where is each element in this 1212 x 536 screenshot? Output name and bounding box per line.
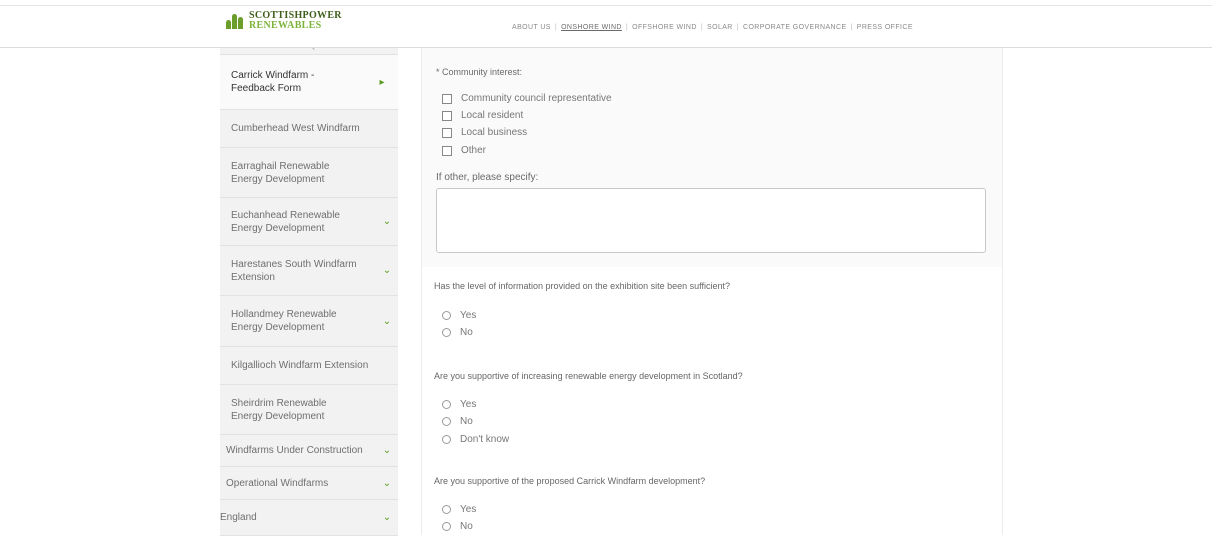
logo-text: SCOTTISHPOWER RENEWABLES	[249, 11, 342, 31]
sidebar-item-harestanes[interactable]: Harestanes South Windfarm Extension ⌄	[220, 246, 398, 296]
sidebar-item-cumberhead[interactable]: Cumberhead West Windfarm	[220, 110, 398, 148]
radio-q2-yes[interactable]: Yes	[442, 399, 476, 410]
checkbox[interactable]	[442, 93, 452, 104]
sidebar-item-england[interactable]: England ⌄	[220, 500, 398, 536]
radio-button[interactable]	[442, 400, 451, 409]
sidebar-item-carrick-feedback[interactable]: Carrick Windfarm - Feedback Form ▸	[220, 55, 398, 110]
feedback-form: * Community interest: Community council …	[421, 47, 1003, 535]
sidebar-item-label: Carrick Windfarm - Feedback Form	[231, 70, 315, 94]
chevron-down-icon[interactable]: ⌄	[380, 477, 394, 490]
radio-label: Yes	[460, 504, 477, 515]
chevron-down-icon[interactable]: ⌄	[380, 264, 394, 277]
sidebar-item-label: Cumberhead West Windfarm	[231, 123, 360, 134]
sidebar-item-hollandmey[interactable]: Hollandmey Renewable Energy Development …	[220, 296, 398, 347]
radio-button[interactable]	[442, 435, 451, 444]
radio-button[interactable]	[442, 505, 451, 514]
radio-label: Yes	[460, 310, 477, 321]
checkbox-local-business[interactable]: Local business	[442, 127, 527, 138]
sidebar-item-under-construction[interactable]: Windfarms Under Construction ⌄	[220, 435, 398, 467]
radio-label: Yes	[460, 399, 477, 410]
checkbox-label: Other	[461, 145, 487, 156]
checkbox-label: Community council representative	[461, 93, 612, 104]
checkbox[interactable]	[442, 127, 452, 138]
nav-press-office[interactable]: PRESS OFFICE	[853, 24, 917, 31]
radio-label: No	[460, 327, 473, 338]
sidebar-item-label: Operational Windfarms	[226, 477, 329, 489]
radio-q1-yes[interactable]: Yes	[442, 310, 476, 321]
other-specify-textarea[interactable]	[436, 188, 986, 253]
sidebar-item-label: Windfarms Under Construction	[226, 445, 363, 456]
radio-q2-dont-know[interactable]: Don't know	[442, 434, 509, 445]
sidebar-item-sheirdrim[interactable]: Sheirdrim Renewable Energy Development	[220, 385, 398, 435]
sidebar-item-earraghail[interactable]: Earraghail Renewable Energy Development	[220, 148, 398, 198]
checkbox-label: Local business	[461, 127, 528, 138]
radio-label: No	[460, 521, 473, 532]
question-supportive-carrick: Are you supportive of the proposed Carri…	[434, 476, 706, 486]
sidebar-item-kilgallioch[interactable]: Kilgallioch Windfarm Extension	[220, 347, 398, 385]
sidebar-item-label: Kilgallioch Windfarm Extension	[231, 360, 369, 371]
radio-button[interactable]	[442, 311, 451, 320]
sidebar-item-label: Harestanes South Windfarm Extension	[231, 258, 357, 283]
radio-button[interactable]	[442, 417, 451, 426]
checkbox-local-resident[interactable]: Local resident	[442, 110, 523, 121]
nav-solar[interactable]: SOLAR	[703, 24, 737, 31]
chevron-down-icon[interactable]: ⌄	[380, 215, 394, 228]
radio-q1-no[interactable]: No	[442, 327, 473, 338]
nav-about-us[interactable]: ABOUT US	[508, 24, 555, 31]
radio-q2-no[interactable]: No	[442, 416, 473, 427]
checkbox[interactable]	[442, 110, 452, 121]
logo[interactable]: SCOTTISHPOWER RENEWABLES	[226, 11, 342, 31]
checkbox-label: Local resident	[461, 110, 524, 121]
question-supportive-renewable: Are you supportive of increasing renewab…	[434, 371, 743, 381]
site-header: SCOTTISHPOWER RENEWABLES ABOUT US | ONSH…	[0, 0, 1212, 48]
chevron-down-icon[interactable]: ⌄	[380, 444, 394, 457]
other-specify-label: If other, please specify:	[436, 172, 539, 183]
sidebar-item-label: Euchanhead Renewable Energy Development	[231, 209, 340, 234]
question-info-sufficient: Has the level of information provided on…	[434, 281, 731, 291]
radio-label: Don't know	[460, 434, 510, 445]
radio-button[interactable]	[442, 522, 451, 531]
radio-q3-yes[interactable]: Yes	[442, 504, 476, 515]
checkbox[interactable]	[442, 145, 452, 156]
sidebar-item-label: Hollandmey Renewable Energy Development	[231, 309, 337, 333]
caret-right-icon: ▸	[379, 76, 385, 88]
top-divider	[0, 5, 1212, 6]
nav-offshore-wind[interactable]: OFFSHORE WIND	[628, 24, 701, 31]
sidebar-item-operational[interactable]: Operational Windfarms ⌄	[220, 467, 398, 500]
chevron-down-icon[interactable]: ⌄	[380, 315, 394, 328]
sidebar-item-label: Earraghail Renewable Energy Development	[231, 160, 330, 185]
top-nav: ABOUT US | ONSHORE WIND | OFFSHORE WIND …	[508, 24, 917, 31]
nav-corporate-governance[interactable]: CORPORATE GOVERNANCE	[739, 24, 851, 31]
sidebar: Carrick Windfarm - FAQs Carrick Windfarm…	[220, 41, 398, 536]
sidebar-item-euchanhead[interactable]: Euchanhead Renewable Energy Development …	[220, 198, 398, 246]
logo-line2: RENEWABLES	[249, 20, 322, 31]
checkbox-other[interactable]: Other	[442, 145, 486, 156]
radio-label: No	[460, 416, 473, 427]
chevron-down-icon[interactable]: ⌄	[380, 511, 394, 524]
logo-mark-icon	[226, 11, 246, 29]
checkbox-community-council[interactable]: Community council representative	[442, 93, 612, 104]
community-interest-label: * Community interest:	[436, 67, 523, 77]
sidebar-item-label: Sheirdrim Renewable Energy Development	[231, 397, 327, 422]
radio-q3-no[interactable]: No	[442, 521, 473, 532]
sidebar-item-label: England	[220, 512, 257, 523]
radio-button[interactable]	[442, 328, 451, 337]
nav-onshore-wind[interactable]: ONSHORE WIND	[557, 24, 626, 31]
